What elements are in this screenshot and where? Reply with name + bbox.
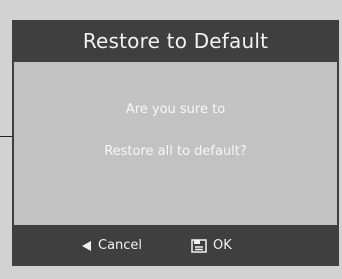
- dialog-title-bar: Restore to Default: [14, 20, 337, 62]
- dialog-title: Restore to Default: [82, 29, 269, 53]
- cancel-softkey[interactable]: Cancel: [80, 225, 142, 266]
- cancel-label: Cancel: [98, 238, 143, 253]
- ok-key-icon: [191, 238, 207, 253]
- ok-softkey[interactable]: OK: [191, 225, 232, 266]
- message-line-1: Are you sure to: [125, 102, 226, 117]
- softkey-bar: Cancel OK: [14, 225, 337, 266]
- ok-label: OK: [213, 238, 232, 253]
- restore-default-dialog: Restore to Default Are you sure to Resto…: [12, 20, 339, 266]
- message-line-2: Restore all to default?: [104, 144, 247, 159]
- dialog-message: Are you sure to Restore all to default?: [14, 62, 337, 225]
- back-arrow-icon: [80, 240, 92, 252]
